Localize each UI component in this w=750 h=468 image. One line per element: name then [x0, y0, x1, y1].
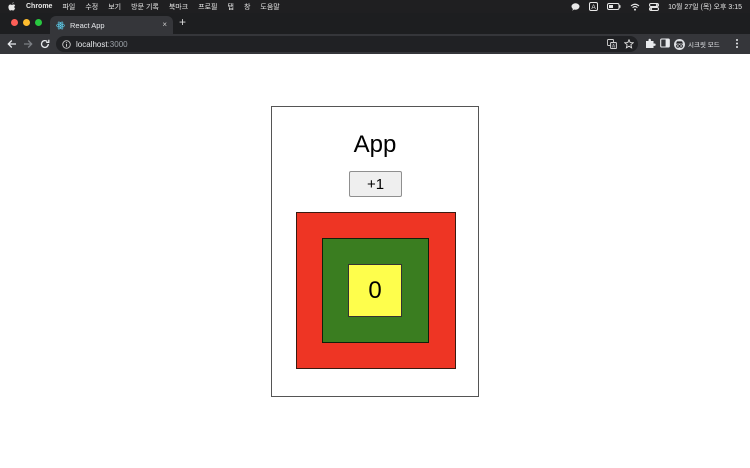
tab-close-icon[interactable]: × — [162, 20, 167, 29]
window-minimize-button[interactable] — [23, 19, 30, 26]
back-arrow-icon[interactable] — [6, 38, 18, 50]
apple-icon[interactable] — [8, 2, 18, 11]
translate-icon[interactable]: A — [607, 39, 617, 49]
menu-app-name[interactable]: Chrome — [26, 3, 52, 10]
browser-toolbar: localhost :3000 A 시크릿 모드 — [0, 34, 750, 54]
page-title: App — [353, 131, 397, 158]
app-container: App +1 0 — [271, 106, 479, 397]
browser-tab-strip: React App × + — [0, 13, 750, 34]
window-controls — [11, 19, 42, 26]
menu-help[interactable]: 도움말 — [260, 2, 279, 12]
input-source-label: A — [591, 4, 596, 11]
inner-yellow-box: 0 — [348, 264, 402, 317]
side-panel-icon[interactable] — [660, 38, 670, 48]
forward-arrow-icon[interactable] — [22, 38, 34, 50]
menubar-status-area: A 10월 27일 (목) 오후 3:15 — [571, 0, 742, 13]
menu-file[interactable]: 파일 — [62, 2, 75, 12]
control-center-icon[interactable] — [649, 2, 660, 11]
wifi-icon[interactable] — [630, 3, 640, 11]
middle-green-box: 0 — [322, 238, 429, 343]
incognito-icon — [674, 38, 685, 50]
incognito-profile-button[interactable]: 시크릿 모드 — [674, 37, 720, 51]
increment-button[interactable]: +1 — [349, 171, 402, 197]
react-logo-icon — [56, 21, 65, 30]
window-zoom-button[interactable] — [35, 19, 42, 26]
menu-bookmarks[interactable]: 북마크 — [169, 2, 188, 12]
outer-red-box: 0 — [296, 212, 456, 369]
extensions-puzzle-icon[interactable] — [645, 38, 656, 49]
address-bar[interactable]: localhost :3000 A — [56, 36, 638, 52]
profile-label: 시크릿 모드 — [688, 42, 720, 49]
url-port: :3000 — [107, 39, 128, 49]
menubar-clock[interactable]: 10월 27일 (목) 오후 3:15 — [668, 2, 742, 12]
window-close-button[interactable] — [11, 19, 18, 26]
new-tab-button[interactable]: + — [179, 16, 186, 28]
menu-history[interactable]: 방문 기록 — [131, 2, 159, 12]
menu-profile[interactable]: 프로필 — [198, 2, 217, 12]
counter-value: 0 — [368, 276, 382, 304]
tab-title: React App — [70, 20, 105, 30]
url-host: localhost — [76, 39, 108, 49]
menu-tab[interactable]: 탭 — [228, 2, 234, 12]
battery-icon[interactable] — [607, 3, 621, 10]
bookmark-star-icon[interactable] — [624, 39, 634, 49]
more-menu-icon[interactable] — [735, 38, 739, 49]
reload-icon[interactable] — [39, 38, 51, 50]
macos-menubar: Chrome 파일 수정 보기 방문 기록 북마크 프로필 탭 창 도움말 A … — [0, 0, 750, 13]
info-icon[interactable] — [62, 39, 71, 49]
menu-edit[interactable]: 수정 — [85, 2, 98, 12]
menu-window[interactable]: 창 — [244, 2, 250, 12]
menu-view[interactable]: 보기 — [108, 2, 121, 12]
chat-bubble-icon[interactable] — [571, 2, 580, 11]
tab-react-app[interactable]: React App × — [50, 16, 173, 34]
input-source-icon[interactable]: A — [589, 2, 599, 11]
